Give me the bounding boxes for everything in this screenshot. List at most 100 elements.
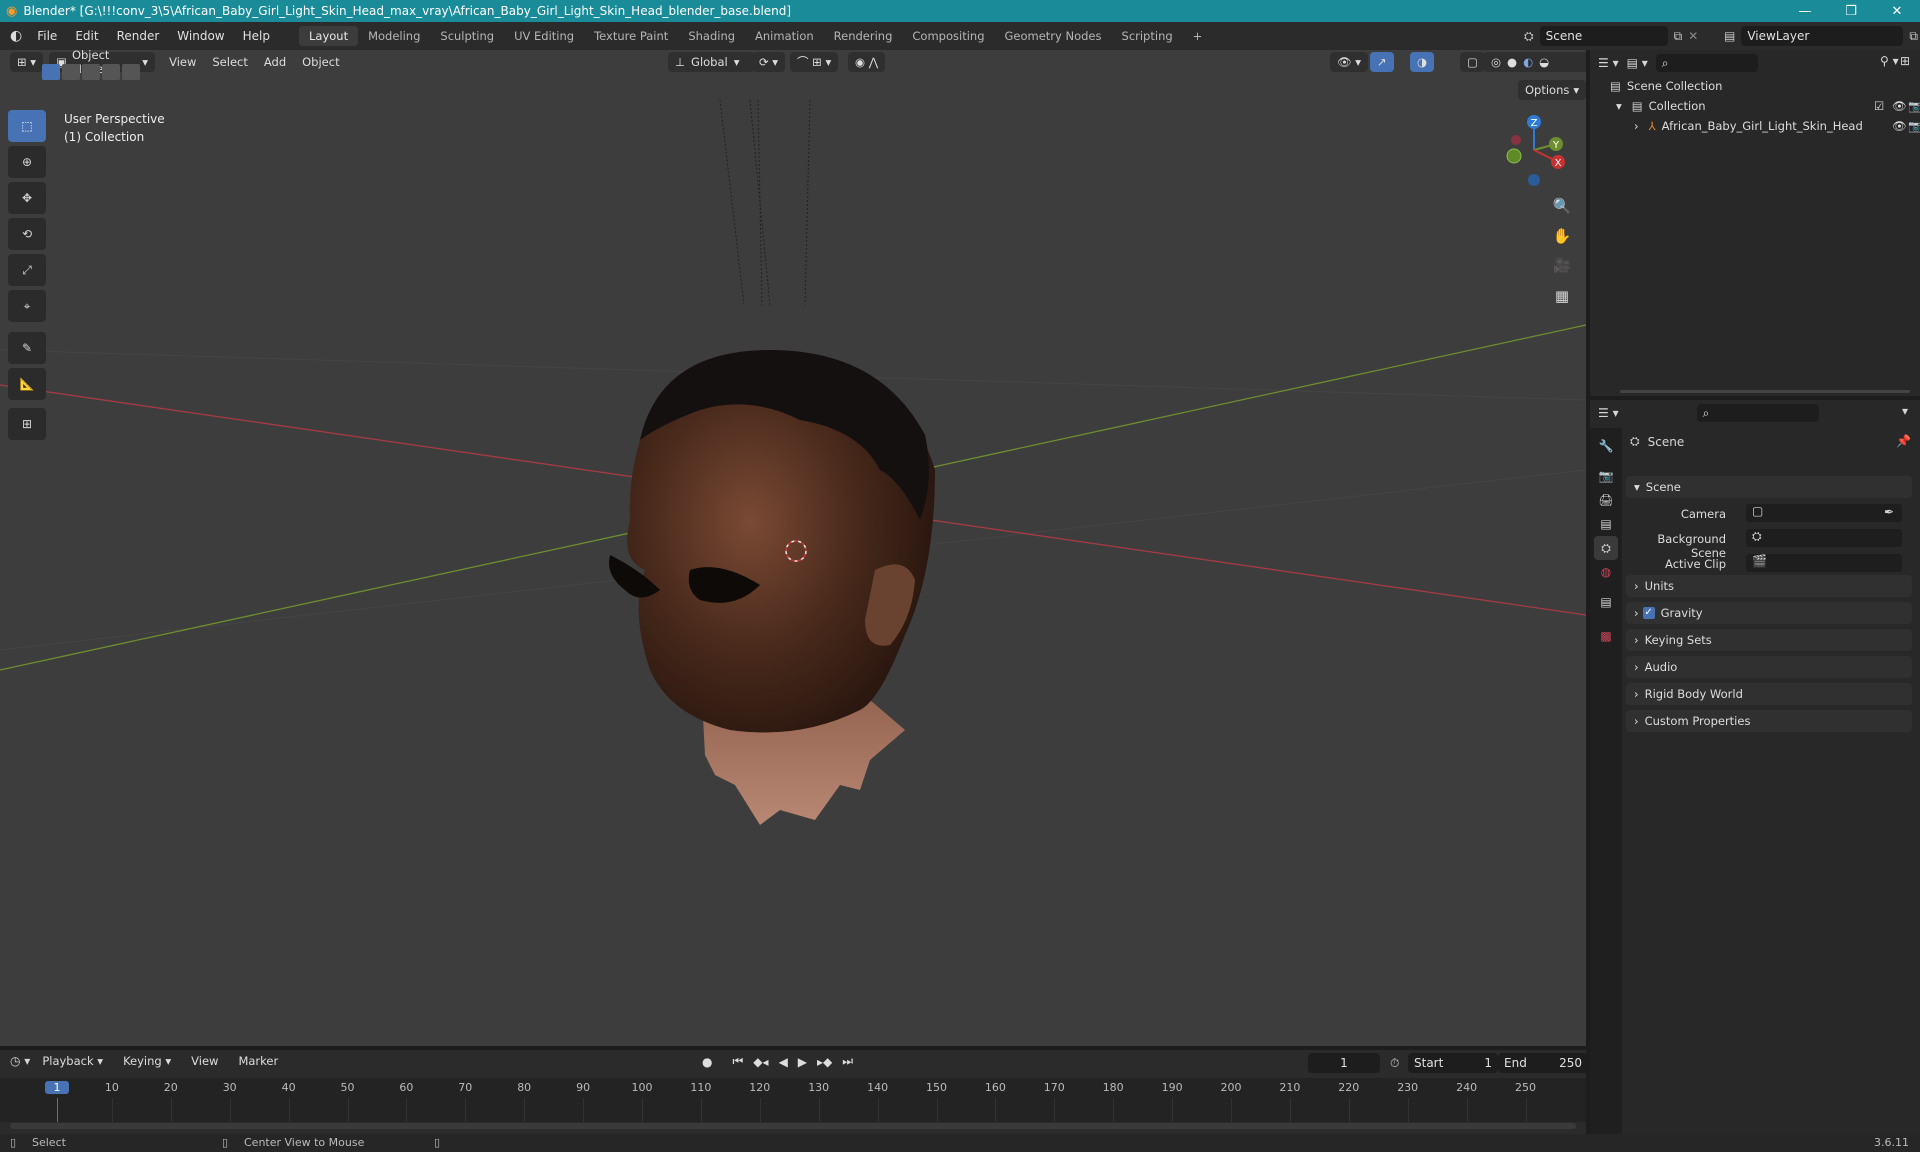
restore-button[interactable]: ❐ <box>1828 0 1874 22</box>
camera-render-icon[interactable]: 📷 <box>1908 99 1920 113</box>
camera-view-button[interactable]: 🎥 <box>1548 252 1576 280</box>
viewport-menu-select[interactable]: Select <box>204 55 255 69</box>
select-extend-icon[interactable] <box>62 64 80 80</box>
properties-editor-icon[interactable]: ☰ ▾ <box>1598 406 1619 420</box>
camera-render-icon[interactable]: 📷 <box>1908 119 1920 133</box>
new-view-layer-icon[interactable]: ⧉ <box>1909 29 1918 44</box>
tool-move[interactable]: ✥ <box>8 182 46 214</box>
panel-rigid-body-world[interactable]: › Rigid Body World <box>1626 683 1912 705</box>
tab-texture-paint[interactable]: Texture Paint <box>584 26 678 46</box>
tab-geometry-nodes[interactable]: Geometry Nodes <box>995 26 1112 46</box>
outliner-editor-icon[interactable]: ☰ ▾ <box>1598 56 1619 70</box>
tab-view-layer[interactable]: ▤ <box>1594 512 1618 536</box>
view-layer-selector[interactable]: ViewLayer <box>1741 26 1904 46</box>
timeline-menu-playback[interactable]: Playback ▾ <box>34 1054 111 1068</box>
proportional-edit-button[interactable]: ◉ ⋀ <box>848 52 886 72</box>
tab-uv-editing[interactable]: UV Editing <box>504 26 584 46</box>
pan-button[interactable]: ✋ <box>1548 222 1576 250</box>
tool-select-box[interactable]: ⬚ <box>8 110 46 142</box>
expand-icon[interactable]: ▾ <box>1616 99 1622 113</box>
tool-transform[interactable]: ⌖ <box>8 290 46 322</box>
panel-custom-properties[interactable]: › Custom Properties <box>1626 710 1912 732</box>
eye-icon[interactable]: 👁 <box>1892 99 1907 113</box>
add-workspace-button[interactable]: + <box>1183 26 1213 46</box>
tool-scale[interactable]: ⤢ <box>8 254 46 286</box>
record-icon[interactable]: ● <box>702 1055 712 1069</box>
timeline-editor-icon[interactable]: ◷ ▾ <box>10 1054 30 1068</box>
panel-gravity[interactable]: › ✓ Gravity <box>1626 602 1912 624</box>
xray-toggle[interactable]: ▢ <box>1460 52 1485 72</box>
panel-scene[interactable]: ▾ Scene <box>1626 476 1912 498</box>
jump-end-icon[interactable]: ⏭ <box>842 1054 853 1069</box>
tool-cursor[interactable]: ⊕ <box>8 146 46 178</box>
new-scene-icon[interactable]: ⧉ <box>1674 29 1683 44</box>
tab-compositing[interactable]: Compositing <box>902 26 994 46</box>
new-collection-icon[interactable]: ⊞ <box>1900 54 1910 68</box>
expand-icon[interactable]: › <box>1634 119 1639 133</box>
timeline-ruler[interactable]: 1 10 20 30 40 50 60 70 80 90 100 110 120 130 140 150 160… <box>0 1078 1586 1122</box>
tab-render[interactable]: 📷 <box>1594 464 1618 488</box>
tab-collection[interactable]: ▤ <box>1594 590 1618 614</box>
tab-scripting[interactable]: Scripting <box>1112 26 1183 46</box>
gravity-checkbox[interactable]: ✓ <box>1642 607 1655 619</box>
pivot-point-button[interactable]: ⟳ ▾ <box>752 52 786 72</box>
select-intersect-icon[interactable] <box>122 64 140 80</box>
pin-icon[interactable]: 📌 <box>1896 434 1911 448</box>
minimize-button[interactable]: — <box>1782 0 1828 22</box>
tab-output[interactable]: 🖨 <box>1594 488 1618 512</box>
prev-keyframe-icon[interactable]: ◆◂ <box>753 1055 768 1069</box>
select-subtract-icon[interactable] <box>82 64 100 80</box>
scene-selector[interactable]: Scene <box>1539 26 1668 46</box>
viewport-menu-view[interactable]: View <box>161 55 204 69</box>
viewport-menu-object[interactable]: Object <box>294 55 347 69</box>
current-frame-field[interactable]: 1 <box>1308 1053 1380 1073</box>
select-new-icon[interactable] <box>42 64 60 80</box>
tab-world[interactable]: ◍ <box>1594 560 1618 584</box>
background-scene-field[interactable]: ⛭ <box>1746 529 1902 547</box>
start-frame-field[interactable]: Start 1 <box>1408 1053 1498 1073</box>
outliner-search-input[interactable]: ⌕ <box>1655 54 1758 72</box>
panel-keying-sets[interactable]: › Keying Sets <box>1626 629 1912 651</box>
wireframe-shading-icon[interactable]: ◎ <box>1491 55 1501 69</box>
snap-button[interactable]: ⌒ ⊞ ▾ <box>790 52 839 72</box>
tool-add-cube[interactable]: ⊞ <box>8 408 46 440</box>
menu-render[interactable]: Render <box>108 29 169 43</box>
tab-rendering[interactable]: Rendering <box>824 26 903 46</box>
viewport-menu-add[interactable]: Add <box>256 55 294 69</box>
blender-menu-icon[interactable]: ◐ <box>10 28 22 44</box>
filter-icon[interactable]: ⚲ ▾ <box>1880 54 1899 68</box>
delete-scene-icon[interactable]: ✕ <box>1688 29 1698 43</box>
outliner-scrollbar[interactable] <box>1620 390 1910 393</box>
tool-annotate[interactable]: ✎ <box>8 332 46 364</box>
timeline-menu-marker[interactable]: Marker <box>230 1054 286 1068</box>
tab-tool[interactable]: 🔧 <box>1594 434 1618 458</box>
end-frame-field[interactable]: End 250 <box>1498 1053 1588 1073</box>
tool-measure[interactable]: 📐 <box>8 368 46 400</box>
tab-shading[interactable]: Shading <box>678 26 745 46</box>
menu-edit[interactable]: Edit <box>66 29 107 43</box>
rendered-shading-icon[interactable]: ◒ <box>1539 55 1549 69</box>
play-icon[interactable]: ▶ <box>798 1055 807 1069</box>
panel-audio[interactable]: › Audio <box>1626 656 1912 678</box>
tab-modeling[interactable]: Modeling <box>358 26 430 46</box>
material-shading-icon[interactable]: ◐ <box>1523 55 1533 69</box>
jump-start-icon[interactable]: ⏮ <box>732 1054 743 1069</box>
outliner-object[interactable]: › ⅄ African_Baby_Girl_Light_Skin_Head 👁 … <box>1634 116 1920 136</box>
next-keyframe-icon[interactable]: ▸◆ <box>817 1055 832 1069</box>
play-reverse-icon[interactable]: ◀ <box>779 1055 788 1069</box>
camera-field[interactable]: ▢ ✒ <box>1746 504 1902 522</box>
gizmo-toggle[interactable]: ↗ <box>1370 52 1394 72</box>
close-button[interactable]: ✕ <box>1874 0 1920 22</box>
chevron-down-icon[interactable]: ▾ <box>1902 404 1908 418</box>
view-layer-icon[interactable]: ▤ <box>1724 29 1735 43</box>
eye-icon[interactable]: 👁 <box>1892 119 1907 133</box>
tool-rotate[interactable]: ⟲ <box>8 218 46 250</box>
shading-selector[interactable]: ◎ ● ◐ ◒ <box>1484 52 1586 72</box>
outliner-collection[interactable]: ▾ ▤ Collection ☑ 👁 📷 <box>1616 96 1920 116</box>
menu-help[interactable]: Help <box>234 29 279 43</box>
overlay-toggle[interactable]: ◑ <box>1410 52 1435 72</box>
options-button[interactable]: Options ▾ <box>1518 80 1586 100</box>
visibility-button[interactable]: 👁 ▾ <box>1330 52 1369 72</box>
properties-search-input[interactable]: ⌕ <box>1696 404 1819 422</box>
orientation-selector[interactable]: ⊥ Global ▾ <box>668 52 754 72</box>
